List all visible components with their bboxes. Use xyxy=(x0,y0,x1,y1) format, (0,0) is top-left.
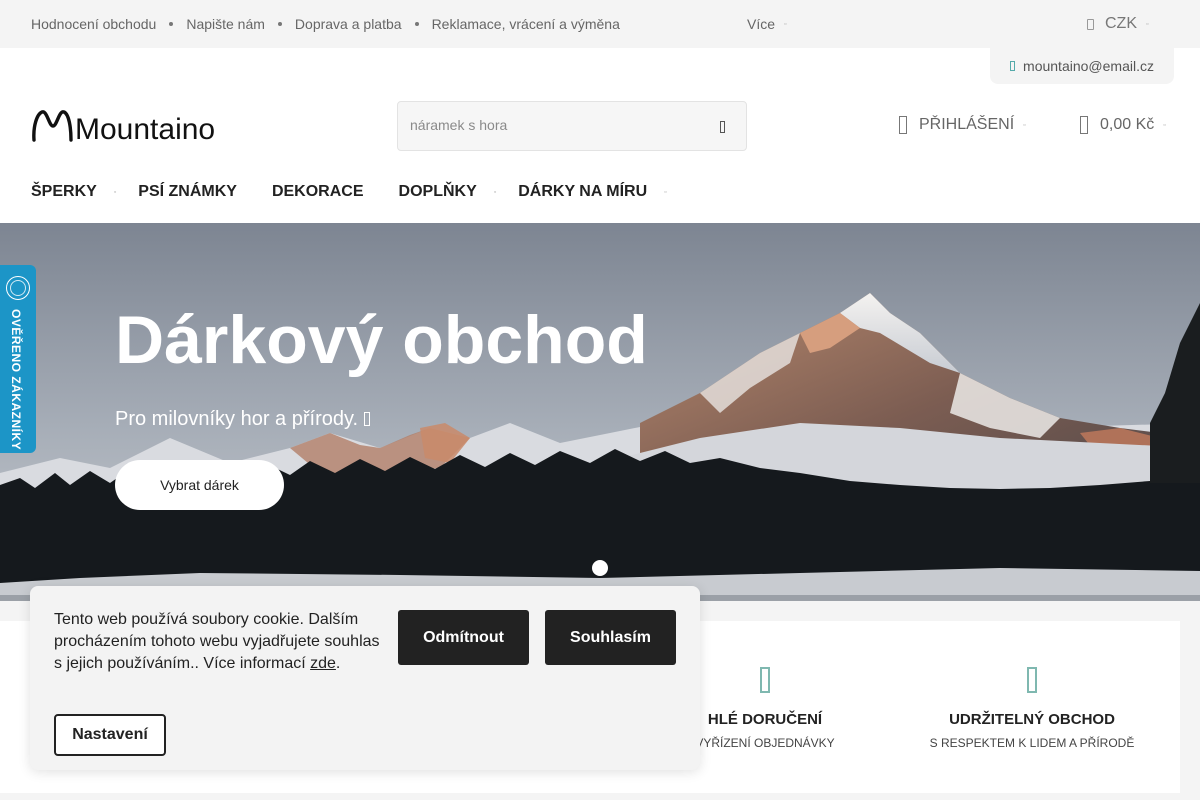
chevron-down-icon: ▫ xyxy=(1146,20,1149,28)
slider-dot[interactable] xyxy=(592,560,608,576)
verified-seal-icon xyxy=(6,276,30,300)
hero-title: Dárkový obchod xyxy=(115,302,648,378)
separator-dot xyxy=(277,22,282,26)
more-links-dropdown[interactable]: Více ▫ xyxy=(747,16,787,32)
hero-banner: Dárkový obchod Pro milovníky hor a příro… xyxy=(0,223,1200,601)
separator-dot xyxy=(169,22,174,26)
decline-button[interactable]: Odmítnout xyxy=(398,610,529,665)
menu-item-label: DEKORACE xyxy=(271,183,364,200)
menu-item-label: PSÍ ZNÁMKY xyxy=(138,183,237,200)
menu-item-custom-gifts[interactable]: DÁRKY NA MÍRU ▫ xyxy=(518,183,666,201)
verified-badge-text: OVĚŘENO ZÁKAZNÍKY xyxy=(9,309,23,451)
chevron-down-icon: ▫ xyxy=(1163,121,1166,129)
top-link-reviews[interactable]: Hodnocení obchodu xyxy=(31,16,156,32)
cookie-text-end: . xyxy=(335,655,341,672)
hero-subtitle: Pro milovníky hor a přírody. xyxy=(115,408,370,431)
cookie-banner: Tento web používá soubory cookie. Dalším… xyxy=(30,586,700,770)
search-input[interactable] xyxy=(410,117,700,133)
login-label: PŘIHLÁŠENÍ xyxy=(919,116,1015,133)
main-menu: ŠPERKY ▫ PSÍ ZNÁMKY DEKORACE DOPLŇKY ▫ D… xyxy=(31,183,667,201)
delivery-icon xyxy=(760,667,770,693)
top-bar: Hodnocení obchodu Napište nám Doprava a … xyxy=(0,0,1200,48)
contact-email-text: mountaino@email.cz xyxy=(1023,58,1154,74)
logo-text: Mountaino xyxy=(75,113,215,144)
chevron-down-icon: ▫ xyxy=(664,188,667,196)
menu-item-label: DÁRKY NA MÍRU xyxy=(518,183,648,200)
chevron-down-icon: ▫ xyxy=(784,20,787,28)
cart-icon xyxy=(1080,116,1088,134)
benefit-title: UDRŽITELNÝ OBCHOD xyxy=(949,711,1115,728)
menu-item-accessories[interactable]: DOPLŇKY ▫ xyxy=(399,183,519,201)
choose-gift-button[interactable]: Vybrat dárek xyxy=(115,460,284,510)
hero-subtitle-text: Pro milovníky hor a přírody. xyxy=(115,408,364,430)
cookie-settings-button[interactable]: Nastavení xyxy=(54,714,166,756)
currency-selector[interactable]: CZK ▫ xyxy=(1087,15,1148,33)
verified-customers-badge[interactable]: OVĚŘENO ZÁKAZNÍKY xyxy=(0,265,36,453)
benefit-subtitle: S RESPEKTEM K LIDEM A PŘÍRODĚ xyxy=(929,736,1135,750)
currency-icon xyxy=(1087,18,1094,30)
login-link[interactable]: PŘIHLÁŠENÍ ▫ xyxy=(899,116,1026,134)
user-icon xyxy=(899,116,907,134)
leaf-icon xyxy=(1027,667,1037,693)
cart-button[interactable]: 0,00 Kč ▫ xyxy=(1080,116,1166,134)
top-link-contact[interactable]: Napište nám xyxy=(186,16,265,32)
menu-item-dog-tags[interactable]: PSÍ ZNÁMKY xyxy=(138,183,237,201)
site-logo[interactable]: Mountaino xyxy=(31,106,216,146)
chevron-down-icon: ▫ xyxy=(113,188,117,196)
top-link-returns[interactable]: Reklamace, vrácení a výměna xyxy=(432,16,620,32)
benefit-sustainable-shop: UDRŽITELNÝ OBCHOD S RESPEKTEM K LIDEM A … xyxy=(912,667,1152,750)
menu-item-jewelry[interactable]: ŠPERKY ▫ xyxy=(31,183,138,201)
search-box xyxy=(397,101,747,151)
cart-total: 0,00 Kč xyxy=(1100,116,1155,133)
top-link-shipping[interactable]: Doprava a platba xyxy=(295,16,402,32)
menu-item-decorations[interactable]: DEKORACE xyxy=(272,183,364,201)
chevron-down-icon: ▫ xyxy=(493,188,497,196)
arrow-right-icon xyxy=(363,412,370,426)
menu-item-label: ŠPERKY xyxy=(31,183,97,200)
top-links: Hodnocení obchodu Napište nám Doprava a … xyxy=(31,16,620,32)
cookie-text: Tento web používá soubory cookie. Dalším… xyxy=(54,609,384,675)
contact-email[interactable]: mountaino@email.cz xyxy=(990,48,1174,84)
cookie-more-info-link[interactable]: zde xyxy=(310,655,336,672)
menu-item-label: DOPLŇKY xyxy=(398,183,477,200)
search-button[interactable] xyxy=(712,116,732,138)
more-label: Více xyxy=(747,16,776,32)
separator-dot xyxy=(414,22,419,26)
chevron-down-icon: ▫ xyxy=(1023,121,1026,129)
mail-icon xyxy=(1010,61,1016,71)
search-icon xyxy=(719,121,725,133)
accept-button[interactable]: Souhlasím xyxy=(545,610,676,665)
currency-label: CZK xyxy=(1105,15,1137,32)
